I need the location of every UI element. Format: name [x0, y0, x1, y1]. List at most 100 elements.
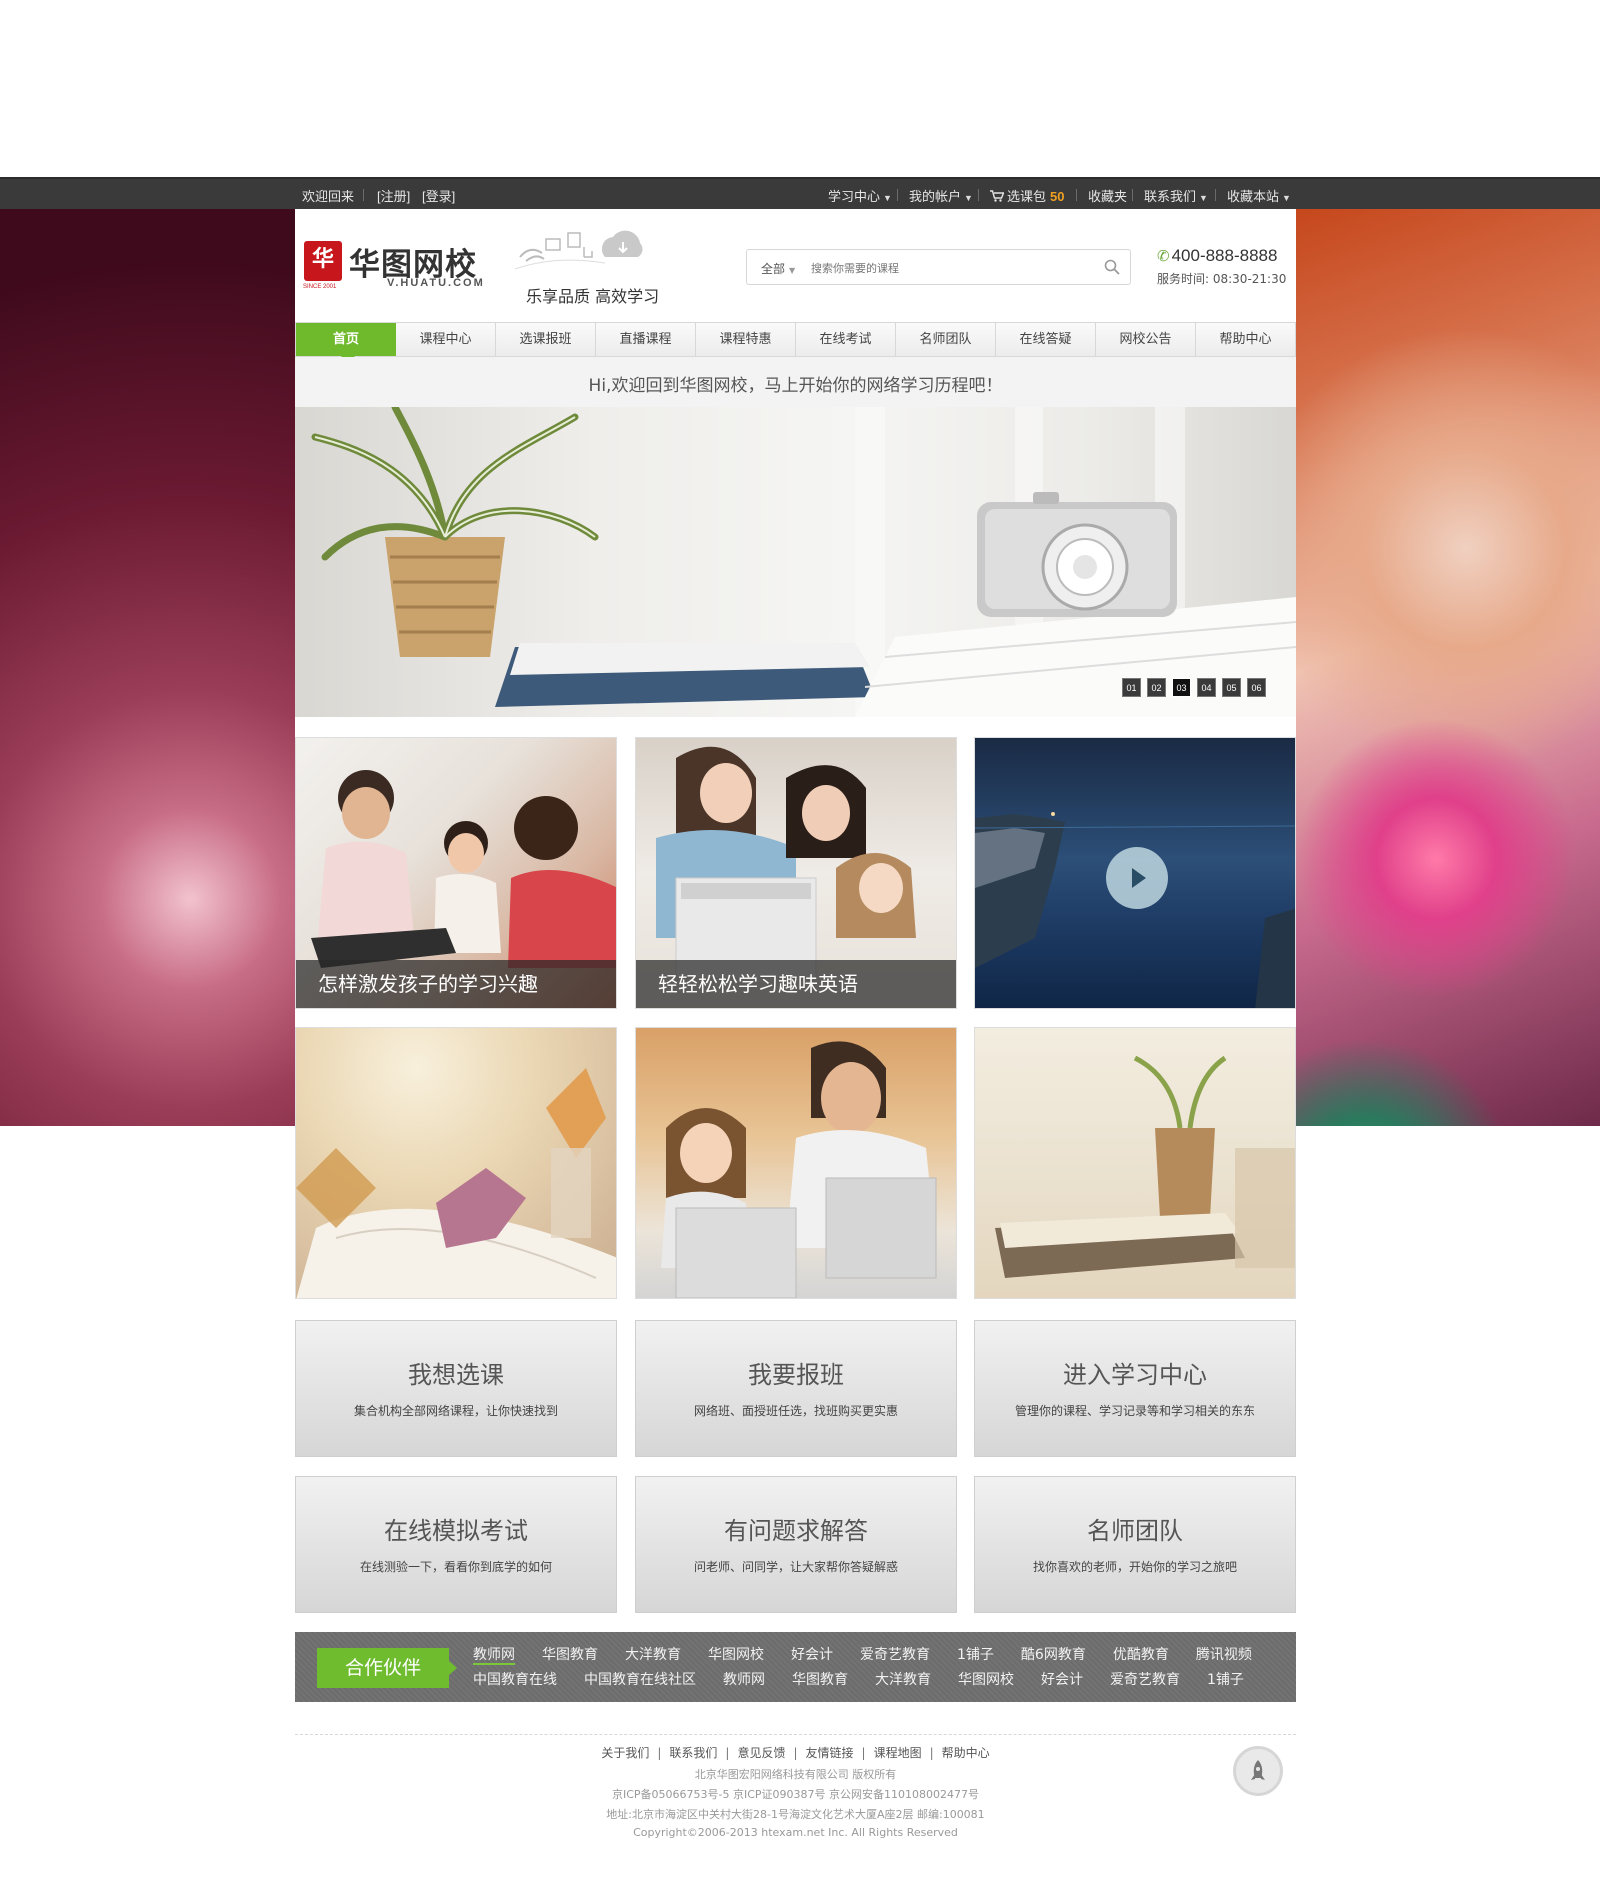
- nav-home[interactable]: 首页: [296, 323, 396, 356]
- caret-down-icon: ▼: [1282, 193, 1291, 203]
- nav-enroll[interactable]: 选课报班: [496, 323, 596, 356]
- action-desc: 集合机构全部网络课程，让你快速找到: [353, 1404, 558, 1418]
- search-category-select[interactable]: 全部 ▼: [761, 260, 795, 277]
- search-box: 全部 ▼: [746, 249, 1131, 285]
- login-link[interactable]: [登录]: [422, 186, 455, 205]
- partner-link[interactable]: 1铺子: [1207, 1672, 1244, 1688]
- menu-label: 联系我们: [1144, 189, 1197, 204]
- banner-page-1[interactable]: 01: [1122, 678, 1141, 697]
- nav-qa[interactable]: 在线答疑: [996, 323, 1096, 356]
- footer-copyright: Copyright©2006-2013 htexam.net Inc. All …: [633, 1826, 958, 1839]
- partner-link[interactable]: 教师网: [473, 1647, 515, 1665]
- caret-down-icon: ▼: [1199, 193, 1208, 203]
- hero-banner[interactable]: 01 02 03 04 05 06: [295, 407, 1296, 717]
- nav-course-center[interactable]: 课程中心: [396, 323, 496, 356]
- image-tile-books[interactable]: [974, 1027, 1296, 1299]
- footer-company: 北京华图宏阳网络科技有限公司 版权所有: [694, 1768, 897, 1781]
- action-learning-center[interactable]: 进入学习中心 管理你的课程、学习记录等和学习相关的东东: [974, 1320, 1296, 1457]
- tile-image: [296, 1068, 616, 1298]
- partner-link[interactable]: 优酷教育: [1113, 1647, 1169, 1663]
- menu-my-account[interactable]: 我的帐户 ▼: [909, 186, 973, 205]
- video-tile-1[interactable]: 怎样激发孩子的学习兴趣: [295, 737, 617, 1009]
- video-tile-2[interactable]: 轻轻松松学习趣味英语: [635, 737, 957, 1009]
- separator: [1215, 189, 1216, 201]
- nav-online-exam[interactable]: 在线考试: [796, 323, 896, 356]
- play-icon[interactable]: [1106, 847, 1168, 909]
- video-tile-3[interactable]: [974, 737, 1296, 1009]
- action-title: 我要报班: [748, 1361, 844, 1389]
- cart-icon: [990, 190, 1005, 202]
- tile-caption: 轻轻松松学习趣味英语: [636, 960, 956, 1008]
- partner-link[interactable]: 大洋教育: [625, 1647, 681, 1663]
- rocket-icon[interactable]: [1233, 1746, 1283, 1796]
- menu-bookmark-site[interactable]: 收藏本站 ▼: [1227, 186, 1291, 205]
- search-input[interactable]: [811, 257, 1091, 279]
- partner-link[interactable]: 华图教育: [542, 1647, 598, 1663]
- separator: [363, 189, 364, 201]
- banner-page-3[interactable]: 03: [1172, 678, 1191, 697]
- back-to-top-rocket: [1251, 1760, 1265, 1780]
- banner-page-5[interactable]: 05: [1222, 678, 1241, 697]
- logo-icon[interactable]: 华: [304, 241, 342, 281]
- menu-contact-us[interactable]: 联系我们 ▼: [1144, 186, 1208, 205]
- footer-link-contact[interactable]: 联系我们: [669, 1746, 717, 1760]
- separator: [1076, 189, 1077, 201]
- partner-link[interactable]: 中国教育在线社区: [584, 1672, 696, 1688]
- nav-live-courses[interactable]: 直播课程: [596, 323, 696, 356]
- partner-link[interactable]: 华图教育: [792, 1672, 848, 1688]
- partners-bar: 合作伙伴 教师网 华图教育 大洋教育 华图网校 好会计 爱奇艺教育 1铺子 酷6网教育 优酷教育…: [295, 1632, 1296, 1702]
- image-tile-father-daughter[interactable]: [635, 1027, 957, 1299]
- partner-link[interactable]: 华图网校: [958, 1672, 1014, 1688]
- partner-link[interactable]: 好会计: [1041, 1672, 1083, 1688]
- action-title: 名师团队: [1087, 1517, 1183, 1545]
- register-link[interactable]: [注册]: [377, 186, 410, 205]
- image-tile-autumn[interactable]: [295, 1027, 617, 1299]
- service-hours: 服务时间: 08:30-21:30: [1157, 272, 1287, 286]
- nav-course-deals[interactable]: 课程特惠: [696, 323, 796, 356]
- hotline: ✆ 400-888-8888: [1157, 246, 1277, 266]
- partner-link[interactable]: 大洋教育: [875, 1672, 931, 1688]
- banner-page-2[interactable]: 02: [1147, 678, 1166, 697]
- logo-since: SINCE 2001: [303, 284, 337, 290]
- banner-page-4[interactable]: 04: [1197, 678, 1216, 697]
- action-desc: 问老师、问同学，让大家帮你答疑解惑: [693, 1560, 898, 1574]
- action-title: 在线模拟考试: [384, 1517, 528, 1545]
- action-enroll-class[interactable]: 我要报班 网络班、面授班任选，找班购买更实惠: [635, 1320, 957, 1457]
- welcome-back-text: 欢迎回来: [302, 189, 355, 204]
- footer-link-help[interactable]: 帮助中心: [942, 1746, 990, 1760]
- action-mock-exam[interactable]: 在线模拟考试 在线测验一下，看看你到底学的如何: [295, 1476, 617, 1613]
- partner-link[interactable]: 中国教育在线: [473, 1672, 557, 1688]
- action-desc: 管理你的课程、学习记录等和学习相关的东东: [1014, 1404, 1255, 1418]
- partner-link[interactable]: 好会计: [791, 1647, 833, 1663]
- partner-link[interactable]: 酷6网教育: [1021, 1647, 1086, 1663]
- action-choose-course[interactable]: 我想选课 集合机构全部网络课程，让你快速找到: [295, 1320, 617, 1457]
- nav-announcements[interactable]: 网校公告: [1096, 323, 1196, 356]
- partner-link[interactable]: 腾讯视频: [1196, 1647, 1252, 1663]
- banner-pager: 01 02 03 04 05 06: [1116, 676, 1266, 697]
- menu-favorites[interactable]: 收藏夹: [1088, 186, 1127, 205]
- footer-address: 地址:北京市海淀区中关村大街28-1号海淀文化艺术大厦A座2层 邮编:10008…: [606, 1808, 985, 1821]
- partner-link[interactable]: 爱奇艺教育: [860, 1647, 930, 1663]
- separator: [978, 189, 979, 201]
- action-teachers[interactable]: 名师团队 找你喜欢的老师，开始你的学习之旅吧: [974, 1476, 1296, 1613]
- banner-page-6[interactable]: 06: [1247, 678, 1266, 697]
- menu-course-cart[interactable]: 选课包 50: [990, 186, 1064, 205]
- partner-link[interactable]: 爱奇艺教育: [1110, 1672, 1180, 1688]
- partner-link[interactable]: 1铺子: [957, 1647, 994, 1663]
- footer-link-course-map[interactable]: 课程地图: [874, 1746, 922, 1760]
- footer-link-about[interactable]: 关于我们: [601, 1746, 649, 1760]
- action-ask-question[interactable]: 有问题求解答 问老师、问同学，让大家帮你答疑解惑: [635, 1476, 957, 1613]
- search-icon[interactable]: [1104, 259, 1120, 275]
- tile-image: [661, 1041, 937, 1298]
- phone-icon: ✆: [1157, 248, 1170, 265]
- search-category-label: 全部: [761, 262, 786, 276]
- caret-down-icon: ▼: [964, 193, 973, 203]
- footer-link-friends[interactable]: 友情链接: [806, 1746, 854, 1760]
- partner-link[interactable]: 华图网校: [708, 1647, 764, 1663]
- nav-help[interactable]: 帮助中心: [1196, 323, 1295, 356]
- action-desc: 在线测验一下，看看你到底学的如何: [359, 1560, 552, 1574]
- menu-learning-center[interactable]: 学习中心 ▼: [828, 186, 892, 205]
- footer-link-feedback[interactable]: 意见反馈: [737, 1746, 785, 1760]
- partner-link[interactable]: 教师网: [723, 1672, 765, 1688]
- nav-teachers[interactable]: 名师团队: [896, 323, 996, 356]
